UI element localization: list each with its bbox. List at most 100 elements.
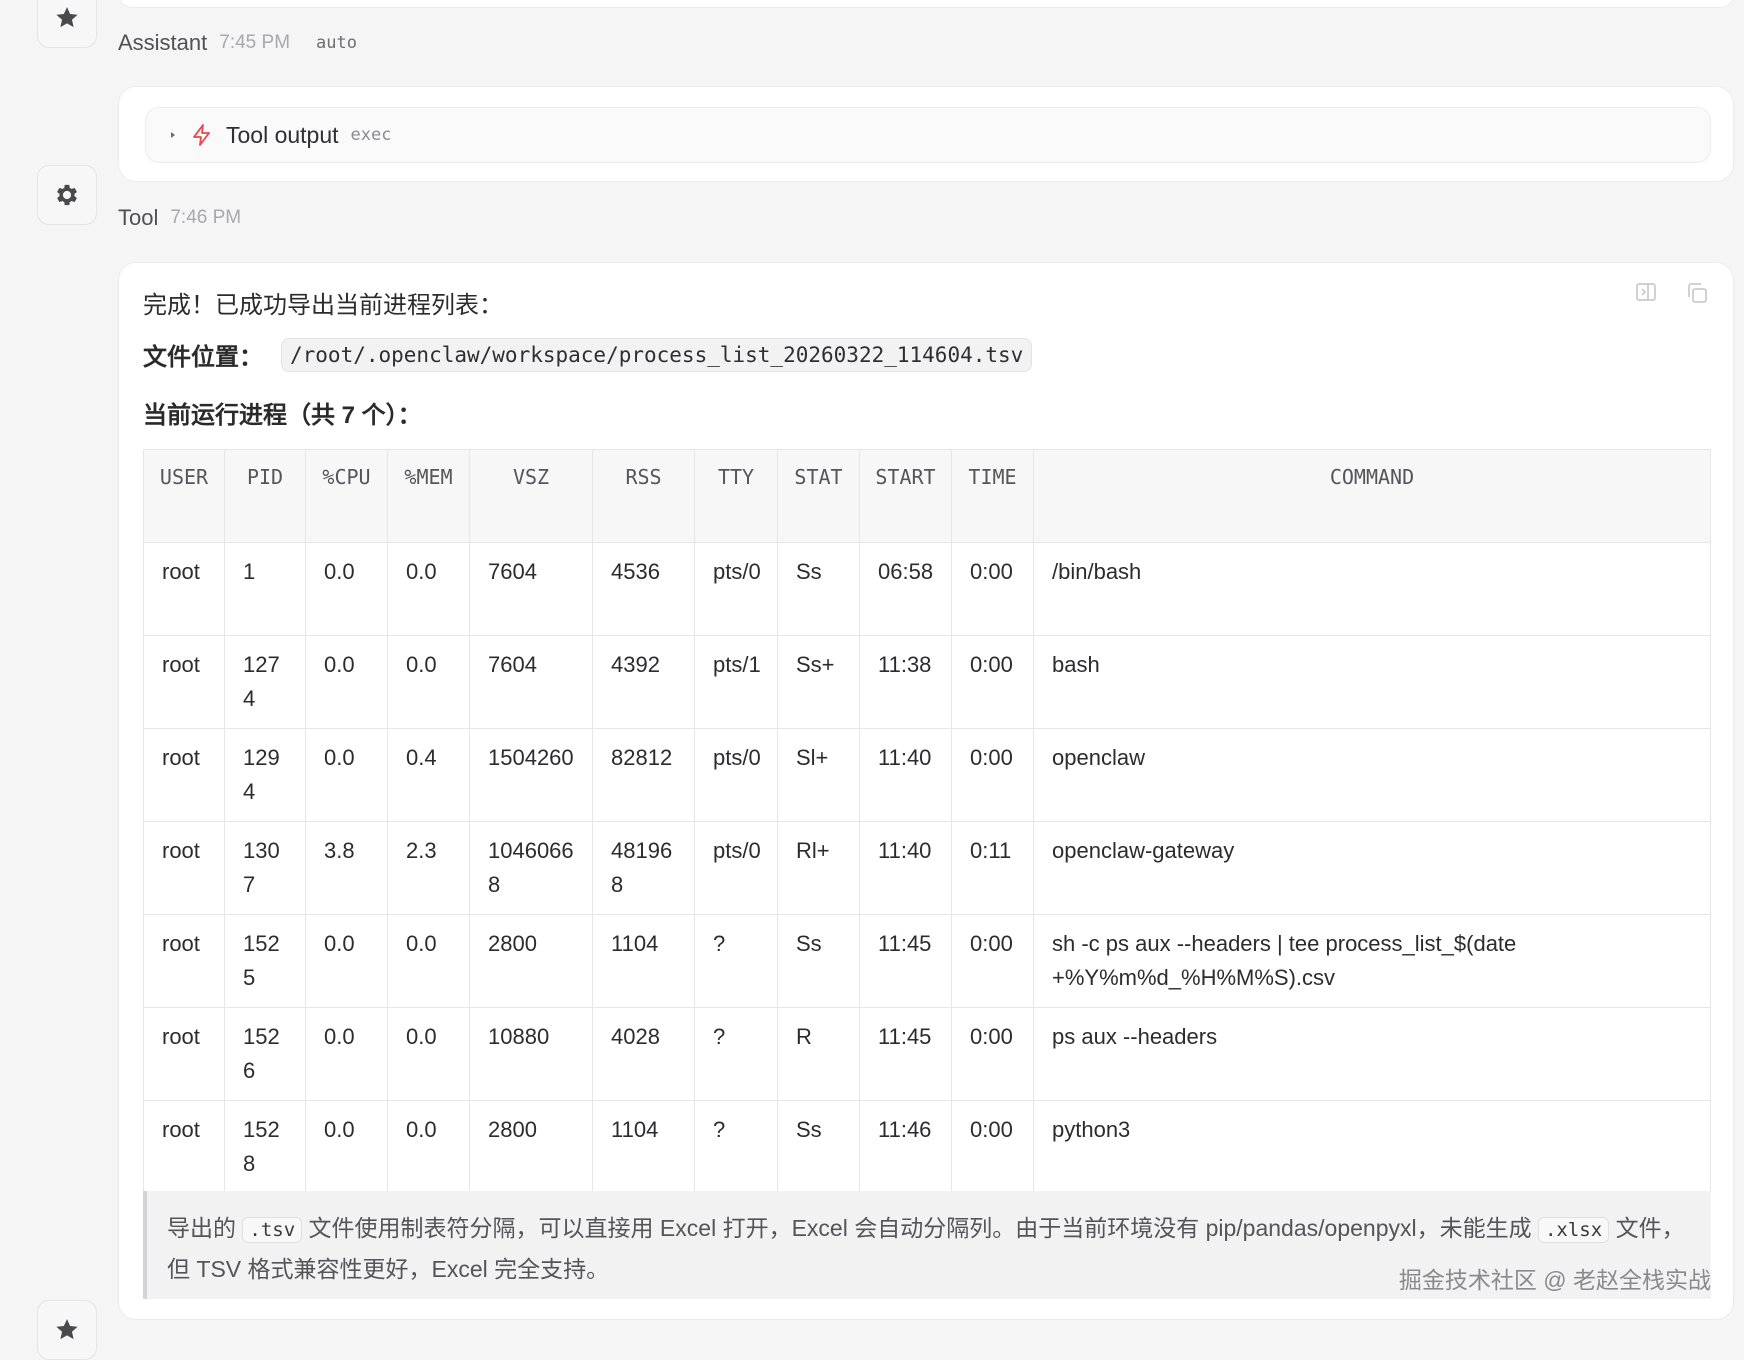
cell-command: sh -c ps aux --headers | tee process_lis… <box>1033 914 1711 1008</box>
process-table-wrapper: USER PID %CPU %MEM VSZ RSS TTY STAT STAR… <box>143 449 1711 1194</box>
table-header-row: USER PID %CPU %MEM VSZ RSS TTY STAT STAR… <box>143 449 1711 543</box>
sidebar-toggle-icon[interactable] <box>1635 281 1657 303</box>
table-row: root 1526 0.0 0.0 10880 4028 ? R 11:45 0… <box>143 1007 1711 1101</box>
cell-time: 0:00 <box>951 914 1034 1008</box>
note-code-tsv: .tsv <box>242 1217 303 1243</box>
cell-user: root <box>143 542 225 636</box>
cell-pid: 1294 <box>224 728 306 822</box>
process-table: USER PID %CPU %MEM VSZ RSS TTY STAT STAR… <box>143 449 1711 1194</box>
tool-message-card: 完成！已成功导出当前进程列表： 文件位置： /root/.openclaw/wo… <box>118 262 1734 1320</box>
cell-cpu: 0.0 <box>305 1007 388 1101</box>
table-row: root 1307 3.8 2.3 10460668 481968 pts/0 … <box>143 821 1711 915</box>
cell-tty: ? <box>694 1007 778 1101</box>
cell-stat: Ss <box>777 542 860 636</box>
cell-time: 0:00 <box>951 1100 1034 1194</box>
cell-cpu: 0.0 <box>305 1100 388 1194</box>
tool-avatar <box>37 165 97 225</box>
cell-time: 0:00 <box>951 728 1034 822</box>
cell-vsz: 10460668 <box>469 821 593 915</box>
cell-command: /bin/bash <box>1033 542 1711 636</box>
cell-time: 0:11 <box>951 821 1034 915</box>
watermark: 掘金技术社区 @ 老赵全栈实战 <box>1398 1267 1711 1293</box>
header-command: COMMAND <box>1033 449 1711 543</box>
tool-output-subtitle: exec <box>350 125 392 145</box>
cell-cpu: 0.0 <box>305 728 388 822</box>
cell-mem: 0.0 <box>387 914 470 1008</box>
tool-output-title: Tool output <box>226 121 339 148</box>
cell-user: root <box>143 1100 225 1194</box>
tool-name: Tool <box>118 205 159 230</box>
cell-rss: 82812 <box>592 728 695 822</box>
header-time: TIME <box>951 449 1034 543</box>
cell-start: 11:46 <box>859 1100 952 1194</box>
note-text-2: 文件使用制表符分隔，可以直接用 Excel 打开，Excel 会自动分隔列。由于… <box>308 1215 1532 1241</box>
assistant-meta: Assistant 7:45 PM auto <box>118 30 357 56</box>
cell-user: root <box>143 635 225 729</box>
copy-icon[interactable] <box>1685 281 1709 305</box>
star-icon <box>56 7 78 28</box>
tool-meta: Tool 7:46 PM <box>118 205 241 231</box>
cell-pid: 1526 <box>224 1007 306 1101</box>
caret-right-icon <box>171 132 175 138</box>
cell-stat: R <box>777 1007 860 1101</box>
cell-vsz: 7604 <box>469 635 593 729</box>
header-mem: %MEM <box>387 449 470 543</box>
cell-time: 0:00 <box>951 635 1034 729</box>
table-row: root 1274 0.0 0.0 7604 4392 pts/1 Ss+ 11… <box>143 635 1711 729</box>
cell-tty: ? <box>694 914 778 1008</box>
table-row: root 1525 0.0 0.0 2800 1104 ? Ss 11:45 0… <box>143 914 1711 1008</box>
assistant-avatar <box>37 0 97 48</box>
cell-command: python3 <box>1033 1100 1711 1194</box>
tool-time: 7:46 PM <box>170 207 242 228</box>
gear-icon <box>57 184 77 206</box>
cell-start: 06:58 <box>859 542 952 636</box>
header-user: USER <box>143 449 225 543</box>
cell-time: 0:00 <box>951 1007 1034 1101</box>
cell-rss: 4392 <box>592 635 695 729</box>
cell-cpu: 0.0 <box>305 914 388 1008</box>
cell-start: 11:45 <box>859 1007 952 1101</box>
lightning-icon <box>193 124 210 146</box>
cell-pid: 1274 <box>224 635 306 729</box>
cell-vsz: 2800 <box>469 1100 593 1194</box>
header-start: START <box>859 449 952 543</box>
cell-start: 11:40 <box>859 821 952 915</box>
cell-rss: 1104 <box>592 914 695 1008</box>
assistant-model-tag: auto <box>316 33 357 53</box>
cell-user: root <box>143 914 225 1008</box>
cell-user: root <box>143 728 225 822</box>
cell-vsz: 10880 <box>469 1007 593 1101</box>
cell-user: root <box>143 1007 225 1101</box>
file-location-label: 文件位置： <box>143 344 263 371</box>
note-text-1: 导出的 <box>167 1215 236 1241</box>
assistant-time: 7:45 PM <box>219 32 291 53</box>
tool-output-toggle[interactable]: Tool output exec <box>145 107 1711 163</box>
cell-start: 11:38 <box>859 635 952 729</box>
header-tty: TTY <box>694 449 778 543</box>
cell-vsz: 1504260 <box>469 728 593 822</box>
header-vsz: VSZ <box>469 449 593 543</box>
cell-pid: 1 <box>224 542 306 636</box>
cell-tty: pts/0 <box>694 542 778 636</box>
cell-command: openclaw-gateway <box>1033 821 1711 915</box>
cell-mem: 0.0 <box>387 635 470 729</box>
cell-stat: Rl+ <box>777 821 860 915</box>
cell-rss: 4028 <box>592 1007 695 1101</box>
header-cpu: %CPU <box>305 449 388 543</box>
cell-mem: 0.0 <box>387 542 470 636</box>
note-code-xlsx: .xlsx <box>1537 1217 1610 1243</box>
cell-rss: 1104 <box>592 1100 695 1194</box>
cell-tty: pts/0 <box>694 821 778 915</box>
next-assistant-avatar <box>37 1300 97 1360</box>
table-row: root 1294 0.0 0.4 1504260 82812 pts/0 Sl… <box>143 728 1711 822</box>
assistant-name: Assistant <box>118 30 208 55</box>
cell-mem: 0.0 <box>387 1007 470 1101</box>
file-path-code: /root/.openclaw/workspace/process_list_2… <box>281 337 1033 372</box>
cell-start: 11:45 <box>859 914 952 1008</box>
cell-vsz: 2800 <box>469 914 593 1008</box>
cell-tty: ? <box>694 1100 778 1194</box>
file-location-line: 文件位置： /root/.openclaw/workspace/process_… <box>143 337 1033 372</box>
cell-pid: 1525 <box>224 914 306 1008</box>
previous-message-card <box>118 0 1734 8</box>
card-actions <box>1635 281 1709 305</box>
